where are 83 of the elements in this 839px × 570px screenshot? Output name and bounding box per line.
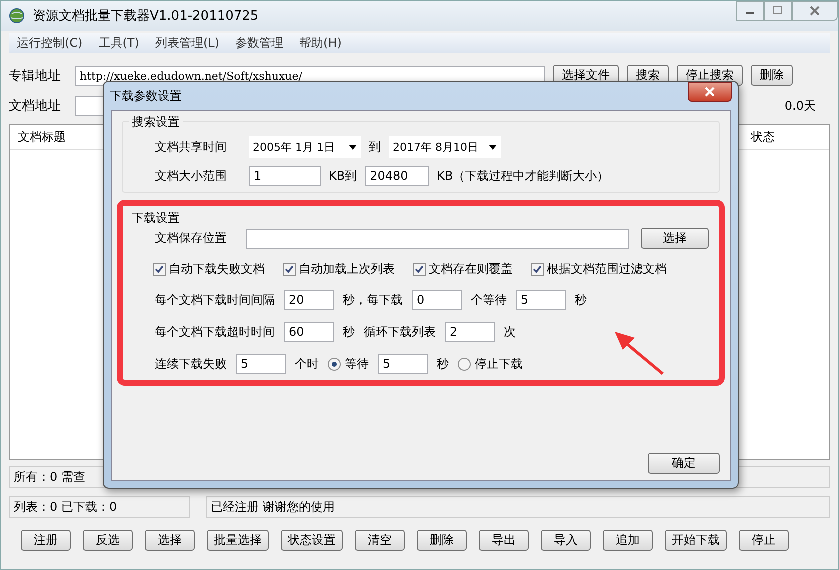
action-button[interactable]: 导出: [479, 530, 529, 551]
field-label: 循环下载列表: [364, 324, 436, 340]
hint-text: KB（下载过程中才能判断大小）: [437, 168, 610, 184]
close-icon: [705, 87, 715, 97]
number-field[interactable]: 20: [284, 290, 334, 310]
number-field[interactable]: 5: [516, 290, 566, 310]
field-label: 个等待: [471, 292, 507, 308]
checkbox[interactable]: [413, 263, 426, 276]
annotation-arrow: [613, 330, 665, 376]
close-icon: [810, 6, 820, 16]
minimize-button[interactable]: [736, 1, 764, 21]
column-header: 状态: [751, 128, 775, 146]
status-text: 已经注册 谢谢您的使用: [211, 498, 335, 516]
status-text: 列表：0 已下载：0: [14, 498, 118, 516]
action-button[interactable]: 停止: [739, 530, 789, 551]
menu-item[interactable]: 帮助(H): [300, 34, 342, 52]
field-label: 次: [504, 324, 516, 340]
checkbox[interactable]: [283, 263, 296, 276]
dialog-title: 下载参数设置: [110, 88, 182, 104]
field-label: 文档保存位置: [155, 230, 228, 247]
action-button[interactable]: 选择: [145, 530, 195, 551]
close-button[interactable]: [688, 82, 732, 102]
path-field[interactable]: [246, 228, 629, 248]
radio-label: 等待: [345, 356, 369, 372]
field-label: 秒: [575, 292, 587, 308]
number-field[interactable]: 5: [236, 354, 286, 374]
size-field[interactable]: 1: [249, 166, 321, 186]
action-button[interactable]: 开始下载: [665, 530, 727, 551]
status-text: 所有：0 需查: [14, 468, 86, 486]
checkbox-label: 自动下载失败文档: [169, 261, 265, 278]
radio-button[interactable]: [328, 358, 341, 370]
checkbox[interactable]: [153, 263, 166, 276]
date-picker[interactable]: 2005年 1月 1日: [249, 136, 361, 158]
field-label: 个时: [295, 356, 319, 372]
number-field[interactable]: 0: [412, 290, 462, 310]
number-field[interactable]: 60: [284, 322, 334, 342]
caret-icon: [489, 144, 497, 150]
action-button[interactable]: 导入: [541, 530, 591, 551]
duration-text: 0.0天: [784, 98, 816, 114]
number-field[interactable]: 5: [378, 354, 428, 374]
field-label: 专辑地址: [9, 68, 62, 84]
action-button[interactable]: 批量选择: [207, 530, 269, 551]
ok-button[interactable]: 确定: [648, 453, 720, 474]
action-button[interactable]: 状态设置: [281, 530, 343, 551]
action-button[interactable]: 清空: [355, 530, 405, 551]
field-label: 秒: [343, 324, 355, 340]
radio-button[interactable]: [458, 358, 471, 370]
number-field[interactable]: 2: [445, 322, 495, 342]
field-label: 文档大小范围: [155, 168, 228, 184]
radio-label: 停止下载: [475, 356, 523, 372]
checkbox[interactable]: [531, 263, 544, 276]
field-label: 每个文档下载超时时间: [155, 324, 275, 340]
toolbar-button[interactable]: 删除: [751, 65, 793, 86]
field-label: 文档地址: [9, 98, 62, 115]
column-header: 文档标题: [17, 128, 66, 146]
window-title: 资源文档批量下载器V1.01-20110725: [33, 8, 259, 25]
menu-item[interactable]: 工具(T): [98, 34, 140, 52]
group-title: 搜索设置: [129, 114, 183, 131]
maximize-button[interactable]: [764, 1, 792, 21]
checkbox-label: 文档存在则覆盖: [429, 261, 513, 278]
action-button[interactable]: 删除: [417, 530, 467, 551]
size-field[interactable]: 20480: [365, 166, 430, 186]
checkbox-label: 自动加载上次列表: [299, 261, 395, 278]
field-label: 秒: [437, 356, 449, 372]
field-label: KB到: [329, 168, 358, 184]
field-label: 每个文档下载时间间隔: [155, 292, 275, 308]
field-label: 文档共享时间: [155, 138, 228, 156]
field-label: 连续下载失败: [155, 356, 227, 372]
field-label: 秒，每下载: [343, 292, 403, 308]
browse-button[interactable]: 选择: [640, 228, 709, 249]
menu-item[interactable]: 运行控制(C): [17, 34, 83, 52]
menu-item[interactable]: 列表管理(L): [155, 34, 220, 52]
close-button[interactable]: [792, 1, 838, 21]
globe-icon: [9, 8, 25, 24]
action-button[interactable]: 追加: [603, 530, 653, 551]
menu-item[interactable]: 参数管理: [236, 34, 284, 52]
field-label: 到: [369, 138, 381, 156]
maximize-icon: [773, 6, 783, 16]
action-button[interactable]: 注册: [21, 530, 71, 551]
caret-icon: [349, 144, 357, 150]
checkbox-label: 根据文档范围过滤文档: [547, 261, 667, 278]
date-picker[interactable]: 2017年 8月10日: [389, 136, 501, 158]
action-button[interactable]: 反选: [83, 530, 133, 551]
